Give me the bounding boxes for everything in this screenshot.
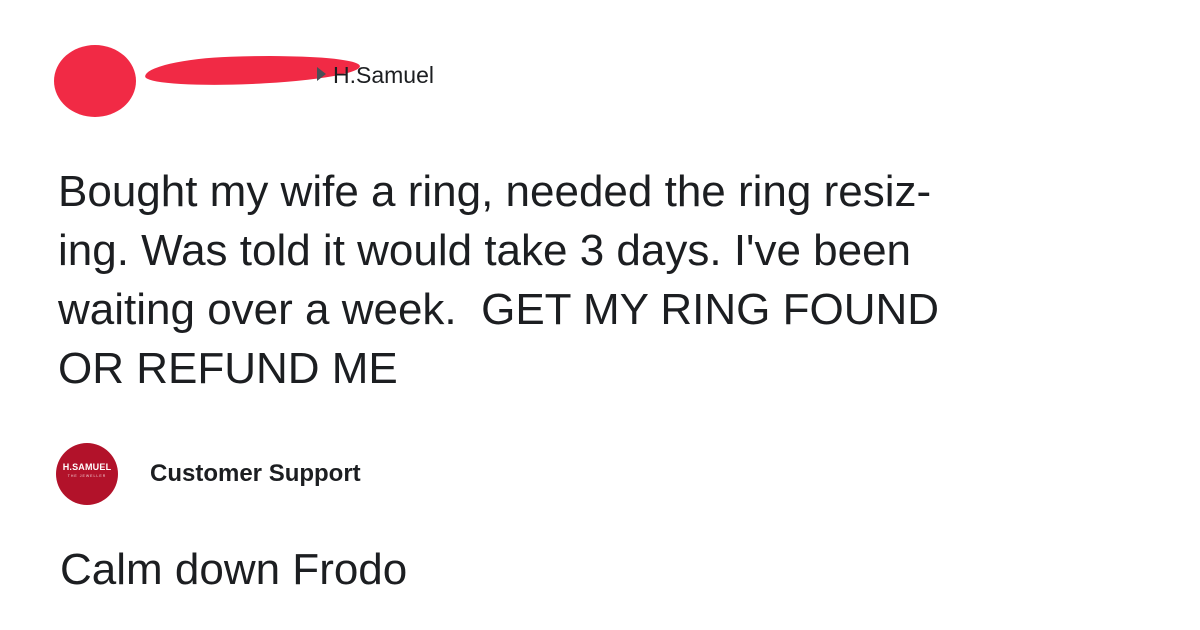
post-text-line: Bought my wife a ring, needed the ring r… (58, 167, 932, 216)
redacted-author-name (144, 52, 361, 88)
target-page-link[interactable]: H.Samuel (333, 62, 434, 89)
redacted-avatar (54, 45, 136, 117)
post-text-line: ing. Was told it would take 3 days. I've… (58, 226, 912, 275)
post-text: Bought my wife a ring, needed the ring r… (58, 162, 1178, 398)
post-text-line: OR REFUND ME (58, 344, 398, 393)
triangle-right-icon (317, 67, 326, 81)
logo-tagline: THE JEWELLER (67, 474, 107, 478)
logo-wordmark: H.SAMUEL (62, 462, 112, 472)
post-header: H.Samuel (50, 40, 550, 130)
reply-text: Calm down Frodo (60, 545, 408, 594)
h-samuel-logo-avatar[interactable]: H.SAMUEL THE JEWELLER (56, 443, 118, 505)
reply-author-name[interactable]: Customer Support (150, 460, 361, 488)
post-text-line: waiting over a week. GET MY RING FOUND (58, 285, 940, 334)
reply-header: H.SAMUEL THE JEWELLER Customer Support (56, 443, 656, 505)
